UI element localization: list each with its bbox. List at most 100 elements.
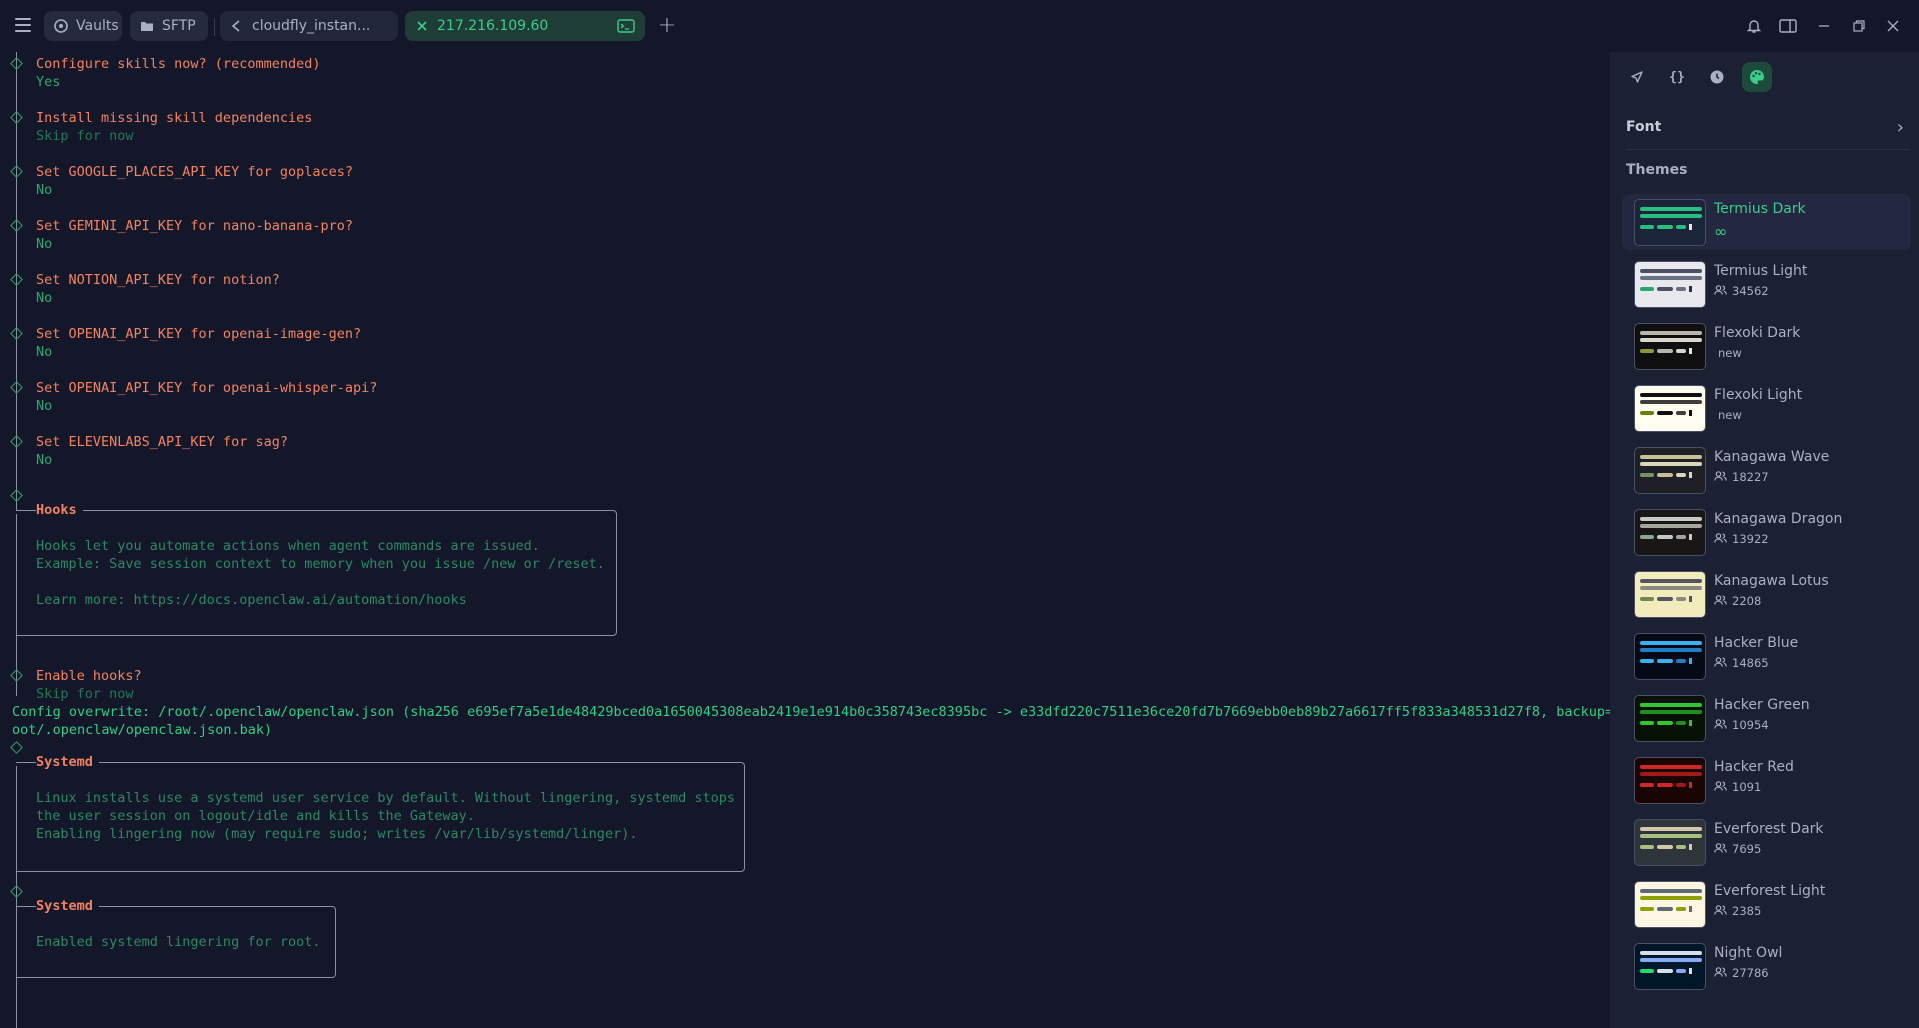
theme-item[interactable]: Hacker Blue 14865	[1622, 628, 1911, 684]
vault-icon	[54, 19, 68, 33]
install-count: 18227	[1732, 470, 1769, 484]
preview-bar	[1640, 648, 1702, 652]
box-marker	[10, 489, 23, 502]
preview-bar	[1640, 287, 1654, 291]
theme-preview	[1634, 261, 1706, 308]
systemd-box-title: Systemd	[36, 897, 99, 915]
users-icon	[1714, 966, 1727, 980]
bell-icon[interactable]	[1744, 16, 1764, 36]
install-count: 2208	[1732, 594, 1762, 608]
preview-bar	[1640, 207, 1702, 211]
arrow-back-icon	[231, 20, 240, 32]
preview-bar	[1676, 783, 1686, 787]
settings-sidebar: {} Font › Themes Termius Dark ∞ Termius Li…	[1610, 52, 1919, 1028]
theme-item[interactable]: Kanagawa Lotus 2208	[1622, 566, 1911, 622]
theme-preview	[1634, 881, 1706, 928]
preview-bar	[1676, 349, 1686, 353]
theme-name: Kanagawa Dragon	[1714, 511, 1843, 527]
prompt-answer: No	[36, 398, 53, 414]
preview-bar	[1640, 827, 1702, 831]
users-icon	[1714, 904, 1727, 918]
close-icon[interactable]	[415, 19, 429, 33]
font-settings-row[interactable]: Font ›	[1620, 112, 1910, 142]
theme-preview	[1634, 447, 1706, 494]
preview-bar	[1640, 721, 1654, 725]
preview-bar	[1640, 597, 1654, 601]
theme-item[interactable]: Flexoki Dark new	[1622, 318, 1911, 374]
preview-bar	[1657, 721, 1673, 725]
preview-bar	[1689, 782, 1692, 788]
preview-bar	[1640, 411, 1654, 415]
rocket-icon[interactable]	[1622, 62, 1652, 92]
sidebar-toggle-icon[interactable]	[1778, 16, 1798, 36]
theme-meta: new	[1714, 408, 1742, 422]
theme-item[interactable]: Termius Light 34562	[1622, 256, 1911, 312]
guide-line	[16, 910, 17, 1028]
braces-icon[interactable]: {}	[1662, 62, 1692, 92]
preview-bar	[1689, 968, 1692, 974]
theme-item[interactable]: Everforest Dark 7695	[1622, 814, 1911, 870]
tab-cloudfly-instance[interactable]: cloudfly_instan...	[220, 11, 398, 41]
preview-bar	[1640, 276, 1702, 280]
preview-bar	[1657, 597, 1673, 601]
preview-bar	[1640, 462, 1702, 466]
prompt-question: Set GEMINI_API_KEY for nano-banana-pro?	[36, 218, 353, 234]
theme-meta: 2385	[1714, 904, 1761, 918]
users-icon	[1714, 594, 1727, 608]
preview-bar	[1640, 338, 1702, 342]
theme-item[interactable]: Termius Dark ∞	[1622, 194, 1911, 250]
preview-bar	[1676, 659, 1686, 663]
prompt-marker	[10, 327, 23, 340]
theme-item[interactable]: Hacker Green 10954	[1622, 690, 1911, 746]
restore-icon[interactable]	[1849, 16, 1869, 36]
sftp-button[interactable]: SFTP	[130, 11, 208, 41]
preview-bar	[1689, 658, 1692, 664]
tab-active-host[interactable]: 217.216.109.60	[405, 11, 645, 41]
preview-bar	[1657, 349, 1673, 353]
divider	[1626, 149, 1910, 150]
theme-name: Everforest Light	[1714, 883, 1826, 899]
theme-name: Kanagawa Wave	[1714, 449, 1830, 465]
vaults-button[interactable]: Vaults	[44, 11, 122, 41]
preview-bar	[1640, 400, 1702, 404]
theme-item[interactable]: Flexoki Light new	[1622, 380, 1911, 436]
theme-name: Termius Dark	[1714, 201, 1806, 217]
preview-bar	[1640, 473, 1654, 477]
preview-bar	[1640, 349, 1654, 353]
theme-meta: 1091	[1714, 780, 1761, 794]
minimize-icon[interactable]	[1814, 16, 1834, 36]
infinity-icon: ∞	[1714, 222, 1728, 241]
new-tab-button[interactable]: +	[656, 13, 678, 38]
users-icon	[1714, 284, 1727, 298]
new-badge: new	[1718, 346, 1742, 360]
preview-bar	[1676, 597, 1686, 601]
prompt-marker	[10, 669, 23, 682]
tab-label: 217.216.109.60	[437, 18, 549, 34]
prompt-marker	[10, 219, 23, 232]
history-icon[interactable]	[1702, 62, 1732, 92]
terminal-output[interactable]: Configure skills now? (recommended) Yes …	[0, 52, 1610, 1028]
prompt-marker	[10, 111, 23, 124]
palette-icon[interactable]	[1742, 62, 1772, 92]
systemd-box-line: Linux installs use a systemd user servic…	[36, 790, 735, 806]
new-badge: new	[1718, 408, 1742, 422]
window-close-icon[interactable]	[1883, 16, 1903, 36]
title-bar: Vaults SFTP cloudfly_instan... 217.216.1…	[0, 0, 1919, 52]
install-count: 13922	[1732, 532, 1769, 546]
theme-item[interactable]: Kanagawa Dragon 13922	[1622, 504, 1911, 560]
theme-item[interactable]: Everforest Light 2385	[1622, 876, 1911, 932]
theme-item[interactable]: Night Owl 27786	[1622, 938, 1911, 994]
theme-item[interactable]: Hacker Red 1091	[1622, 752, 1911, 808]
terminal-icon	[617, 19, 635, 33]
theme-preview	[1634, 633, 1706, 680]
theme-preview	[1634, 509, 1706, 556]
theme-name: Night Owl	[1714, 945, 1783, 961]
install-count: 2385	[1732, 904, 1762, 918]
menu-icon[interactable]	[14, 16, 32, 34]
tab-divider	[214, 18, 215, 36]
users-icon	[1714, 780, 1727, 794]
users-icon	[1714, 470, 1727, 484]
theme-item[interactable]: Kanagawa Wave 18227	[1622, 442, 1911, 498]
install-count: 10954	[1732, 718, 1769, 732]
hooks-box-line: Learn more: https://docs.openclaw.ai/aut…	[36, 592, 467, 608]
